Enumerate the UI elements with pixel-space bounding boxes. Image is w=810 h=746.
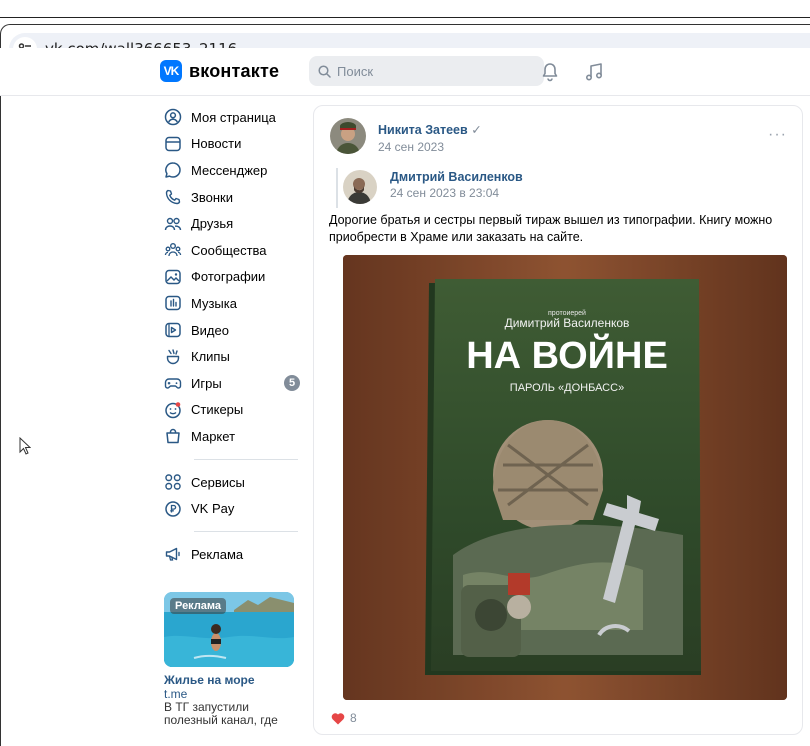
clips-icon xyxy=(166,348,180,364)
vk-header: VK вконтакте xyxy=(0,48,810,96)
music-icon[interactable] xyxy=(583,61,605,83)
sidebar-item-label: Сообщества xyxy=(191,242,267,258)
sidebar-item-calls[interactable]: Звонки xyxy=(160,184,310,211)
search-box[interactable] xyxy=(309,56,544,86)
sidebar-item-label: Маркет xyxy=(191,428,236,444)
sidebar-item-label: Новости xyxy=(191,136,242,152)
post-photo[interactable]: протоиерей Димитрий Василенков НА ВОЙНЕ … xyxy=(343,255,787,700)
messenger-icon xyxy=(165,162,181,179)
repost-bar xyxy=(336,168,338,208)
sidebar-item-label: Моя страница xyxy=(191,109,276,125)
more-options-icon[interactable]: ··· xyxy=(768,126,787,144)
sidebar-item-label: Сервисы xyxy=(191,474,245,490)
sidebar-item-label: Реклама xyxy=(191,546,244,562)
sidebar-item-label: Фотографии xyxy=(191,269,266,285)
sidebar-item-label: Клипы xyxy=(191,349,230,365)
market-icon xyxy=(166,429,180,444)
book-photo: протоиерей Димитрий Василенков НА ВОЙНЕ … xyxy=(343,255,787,700)
sidebar-divider xyxy=(194,530,298,532)
author-avatar[interactable] xyxy=(330,118,366,154)
sidebar-item-clips[interactable]: Клипы xyxy=(160,343,310,370)
sidebar-item-label: Мессенджер xyxy=(191,162,268,178)
friends-icon xyxy=(164,217,182,230)
ad-title[interactable]: Жилье на море xyxy=(164,673,296,687)
verified-icon: ✓ xyxy=(471,123,482,137)
sidebar-item-photos[interactable]: Фотографии xyxy=(160,264,310,291)
sidebar-item-market[interactable]: Маркет xyxy=(160,423,310,450)
post-text: Дорогие братья и сестры первый тираж выш… xyxy=(329,213,773,244)
ad-label: Реклама xyxy=(170,598,227,614)
phone-icon xyxy=(165,189,181,205)
sidebar-item-friends[interactable]: Друзья xyxy=(160,210,310,237)
screen: vk.com/wall366653_2116 VK вконтакте Моя … xyxy=(0,0,810,746)
vk-logo[interactable]: VK вконтакте xyxy=(160,60,279,82)
music-icon xyxy=(165,296,181,311)
profile-icon xyxy=(164,109,182,126)
video-icon xyxy=(165,322,181,338)
sidebar-item-news[interactable]: Новости xyxy=(160,131,310,158)
sidebar-item-label: Стикеры xyxy=(191,402,244,418)
sidebar-item-label: Видео xyxy=(191,322,229,338)
sidebar-item-vkpay[interactable]: VK Pay xyxy=(160,495,310,522)
sidebar-ad[interactable]: Реклама Жилье на море t.me В ТГ запустил… xyxy=(164,592,296,727)
sidebar-item-label: Игры xyxy=(191,375,222,391)
games-icon xyxy=(164,378,182,389)
sidebar-item-label: Друзья xyxy=(191,216,234,232)
post-date[interactable]: 24 сен 2023 xyxy=(378,140,444,154)
heart-icon xyxy=(331,712,345,724)
ad-domain[interactable]: t.me xyxy=(164,687,296,701)
repost-date[interactable]: 24 сен 2023 в 23:04 xyxy=(390,186,499,200)
services-icon xyxy=(165,474,181,490)
megaphone-icon xyxy=(165,548,180,561)
vk-logo-text: вконтакте xyxy=(189,60,280,81)
book-author: Димитрий Василенков xyxy=(505,316,630,330)
wall-post: Никита Затеев ✓ 24 сен 2023 ··· Дмитрий … xyxy=(313,105,803,735)
like-button[interactable]: 8 xyxy=(331,711,357,725)
vkpay-icon xyxy=(165,500,181,517)
search-icon xyxy=(318,64,331,78)
sidebar-item-ads[interactable]: Реклама xyxy=(160,541,310,568)
window-top-edge xyxy=(0,0,810,18)
bell-icon[interactable] xyxy=(539,61,561,83)
search-input[interactable] xyxy=(337,63,517,79)
communities-icon xyxy=(164,243,182,257)
left-sidebar: Моя страница Новости Мессенджер Звонки Д… xyxy=(160,104,310,568)
sidebar-item-messenger[interactable]: Мессенджер xyxy=(160,157,310,184)
post-author[interactable]: Никита Затеев ✓ xyxy=(378,122,482,137)
stickers-icon xyxy=(165,402,181,419)
ad-text-line: полезный канал, где xyxy=(164,713,278,727)
sidebar-item-communities[interactable]: Сообщества xyxy=(160,237,310,264)
ad-image[interactable]: Реклама xyxy=(164,592,294,667)
sidebar-divider xyxy=(194,458,298,460)
sidebar-item-games[interactable]: Игры 5 xyxy=(160,370,310,397)
sidebar-item-services[interactable]: Сервисы xyxy=(160,469,310,496)
vk-logo-icon: VK xyxy=(160,60,182,82)
repost-author-avatar[interactable] xyxy=(343,170,377,204)
games-count-badge: 5 xyxy=(284,374,300,391)
repost-author[interactable]: Дмитрий Василенков xyxy=(390,170,523,184)
news-icon xyxy=(165,136,181,152)
sidebar-item-label: VK Pay xyxy=(191,501,235,517)
likes-count: 8 xyxy=(350,711,357,725)
sidebar-item-music[interactable]: Музыка xyxy=(160,290,310,317)
mouse-pointer-icon xyxy=(19,437,31,455)
photos-icon xyxy=(165,269,181,285)
sidebar-item-stickers[interactable]: Стикеры xyxy=(160,397,310,424)
book-title: НА ВОЙНЕ xyxy=(466,332,668,377)
sidebar-item-label: Музыка xyxy=(191,295,237,311)
sidebar-item-label: Звонки xyxy=(191,189,233,205)
book-subtitle: ПАРОЛЬ «ДОНБАСС» xyxy=(510,382,624,394)
sidebar-item-video[interactable]: Видео xyxy=(160,317,310,344)
sidebar-item-my-page[interactable]: Моя страница xyxy=(160,104,310,131)
